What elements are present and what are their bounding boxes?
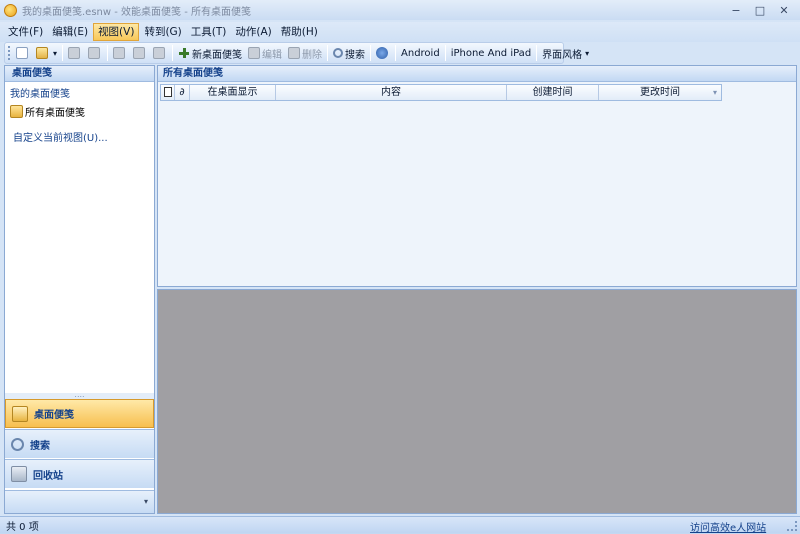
title-bar: 我的桌面便笺.esnw - 效能桌面便笺 - 所有桌面便笺 − □ ✕ <box>0 0 800 20</box>
column-header-row: ∂ 在桌面显示 内容 创建时间 更改时间 ▾ <box>160 84 722 101</box>
preview-button[interactable] <box>85 44 105 62</box>
delete-x-icon <box>288 47 301 59</box>
search-button[interactable]: 搜索 <box>330 44 368 62</box>
chevron-down-icon: ▾ <box>53 48 58 58</box>
folder-item-all-notes[interactable]: 所有桌面便笺 <box>10 103 154 119</box>
menu-actions[interactable]: 动作(A) <box>231 23 275 41</box>
menu-view[interactable]: 视图(V) <box>93 23 140 41</box>
search-icon <box>333 48 344 58</box>
window-controls: − □ ✕ <box>724 2 796 18</box>
iphone-button[interactable]: iPhone And iPad <box>448 44 534 62</box>
menu-goto[interactable]: 转到(G) <box>140 23 185 41</box>
toolbar-grip[interactable] <box>8 46 10 60</box>
main-toolbar: ▾ 新桌面便笺 编辑 删除 搜索 Android iPhone And iPad… <box>4 42 589 64</box>
note-icon <box>12 405 28 422</box>
copy-button[interactable] <box>130 44 150 62</box>
toolbar-separator <box>327 45 329 61</box>
note-list-header: 所有桌面便笺 <box>158 66 796 82</box>
column-doc-icon[interactable] <box>161 85 175 100</box>
menu-file[interactable]: 文件(F) <box>4 23 47 41</box>
delete-button[interactable]: 删除 <box>285 44 325 62</box>
website-link[interactable]: 访问高效e人网站 <box>690 519 766 534</box>
reading-pane <box>157 289 797 514</box>
close-button[interactable]: ✕ <box>772 2 796 18</box>
search-label: 搜索 <box>345 49 366 61</box>
column-attachment[interactable]: ∂ <box>175 85 190 100</box>
toolbar-separator <box>370 45 372 61</box>
notes-folder-icon <box>10 104 23 118</box>
note-list-pane: 所有桌面便笺 ∂ 在桌面显示 内容 创建时间 更改时间 ▾ <box>157 65 797 287</box>
toolbar-separator <box>107 45 109 61</box>
help-button[interactable] <box>373 44 393 62</box>
help-icon <box>376 47 389 59</box>
nav-search-label: 搜索 <box>30 440 50 452</box>
print-button[interactable] <box>65 44 85 62</box>
chevron-down-icon: ▾ <box>585 48 590 58</box>
print-icon <box>68 47 81 59</box>
navigation-pane-header: 桌面便笺 <box>5 66 154 82</box>
print-preview-icon <box>88 47 101 59</box>
paperclip-icon: ∂ <box>179 87 185 98</box>
paste-icon <box>153 47 166 59</box>
theme-label: 界面风格 <box>542 49 583 61</box>
cut-button[interactable] <box>110 44 130 62</box>
new-note-button[interactable]: 新桌面便笺 <box>175 44 245 62</box>
customize-view-link[interactable]: 自定义当前视图(U)... <box>13 129 154 144</box>
scissors-icon <box>113 47 126 59</box>
plus-icon <box>178 47 190 59</box>
column-modified[interactable]: 更改时间 ▾ <box>599 85 721 100</box>
open-button[interactable]: ▾ <box>33 44 60 62</box>
new-document-icon <box>16 47 28 59</box>
sort-desc-icon: ▾ <box>712 88 717 97</box>
pencil-icon <box>248 47 261 59</box>
toolbar-separator <box>172 45 174 61</box>
column-content[interactable]: 内容 <box>276 85 507 100</box>
edit-label: 编辑 <box>262 49 283 61</box>
item-count: 共 0 项 <box>6 521 39 533</box>
nav-overflow-button[interactable]: ▾ <box>5 490 154 513</box>
new-note-label: 新桌面便笺 <box>192 49 243 61</box>
resize-grip[interactable] <box>787 521 797 531</box>
window-title: 我的桌面便笺.esnw - 效能桌面便笺 - 所有桌面便笺 <box>22 6 251 18</box>
paste-button[interactable] <box>150 44 170 62</box>
status-bar: 共 0 项 访问高效e人网站 <box>0 516 800 534</box>
doc-icon <box>163 87 172 97</box>
menu-tools[interactable]: 工具(T) <box>187 23 231 41</box>
column-created[interactable]: 创建时间 <box>507 85 599 100</box>
nav-button-search[interactable]: 搜索 <box>5 429 154 458</box>
android-button[interactable]: Android <box>398 44 443 62</box>
menu-help[interactable]: 帮助(H) <box>277 23 322 41</box>
menu-bar: 文件(F) 编辑(E) 视图(V) 转到(G) 工具(T) 动作(A) 帮助(H… <box>0 22 800 42</box>
menu-edit[interactable]: 编辑(E) <box>48 23 92 41</box>
theme-dropdown[interactable]: 界面风格 ▾ <box>539 44 592 62</box>
toolbar-separator <box>444 45 446 61</box>
nav-notes-label: 桌面便笺 <box>34 410 74 421</box>
search-icon <box>11 437 24 451</box>
recycle-bin-icon <box>11 466 27 482</box>
toolbar-separator <box>62 45 64 61</box>
app-icon <box>4 3 17 17</box>
copy-icon <box>133 47 146 59</box>
maximize-button[interactable]: □ <box>748 2 772 18</box>
folder-item-label: 所有桌面便笺 <box>25 107 85 119</box>
column-modified-label: 更改时间 <box>640 87 680 98</box>
nav-button-notes[interactable]: 桌面便笺 <box>5 399 154 428</box>
folder-group-label: 我的桌面便笺 <box>10 89 70 100</box>
toolbar-separator <box>536 45 538 61</box>
nav-button-recycle[interactable]: 回收站 <box>5 459 154 488</box>
edit-button[interactable]: 编辑 <box>245 44 285 62</box>
navigation-pane: 桌面便笺 我的桌面便笺 所有桌面便笺 自定义当前视图(U)... .... 桌面… <box>4 65 155 514</box>
open-folder-icon <box>36 47 48 59</box>
nav-recycle-label: 回收站 <box>33 470 63 482</box>
app-window: 我的桌面便笺.esnw - 效能桌面便笺 - 所有桌面便笺 − □ ✕ 文件(F… <box>0 0 800 534</box>
minimize-button[interactable]: − <box>724 2 748 18</box>
new-file-button[interactable] <box>13 44 33 62</box>
delete-label: 删除 <box>302 49 323 61</box>
toolbar-separator <box>395 45 397 61</box>
column-show-on-desktop[interactable]: 在桌面显示 <box>190 85 276 100</box>
